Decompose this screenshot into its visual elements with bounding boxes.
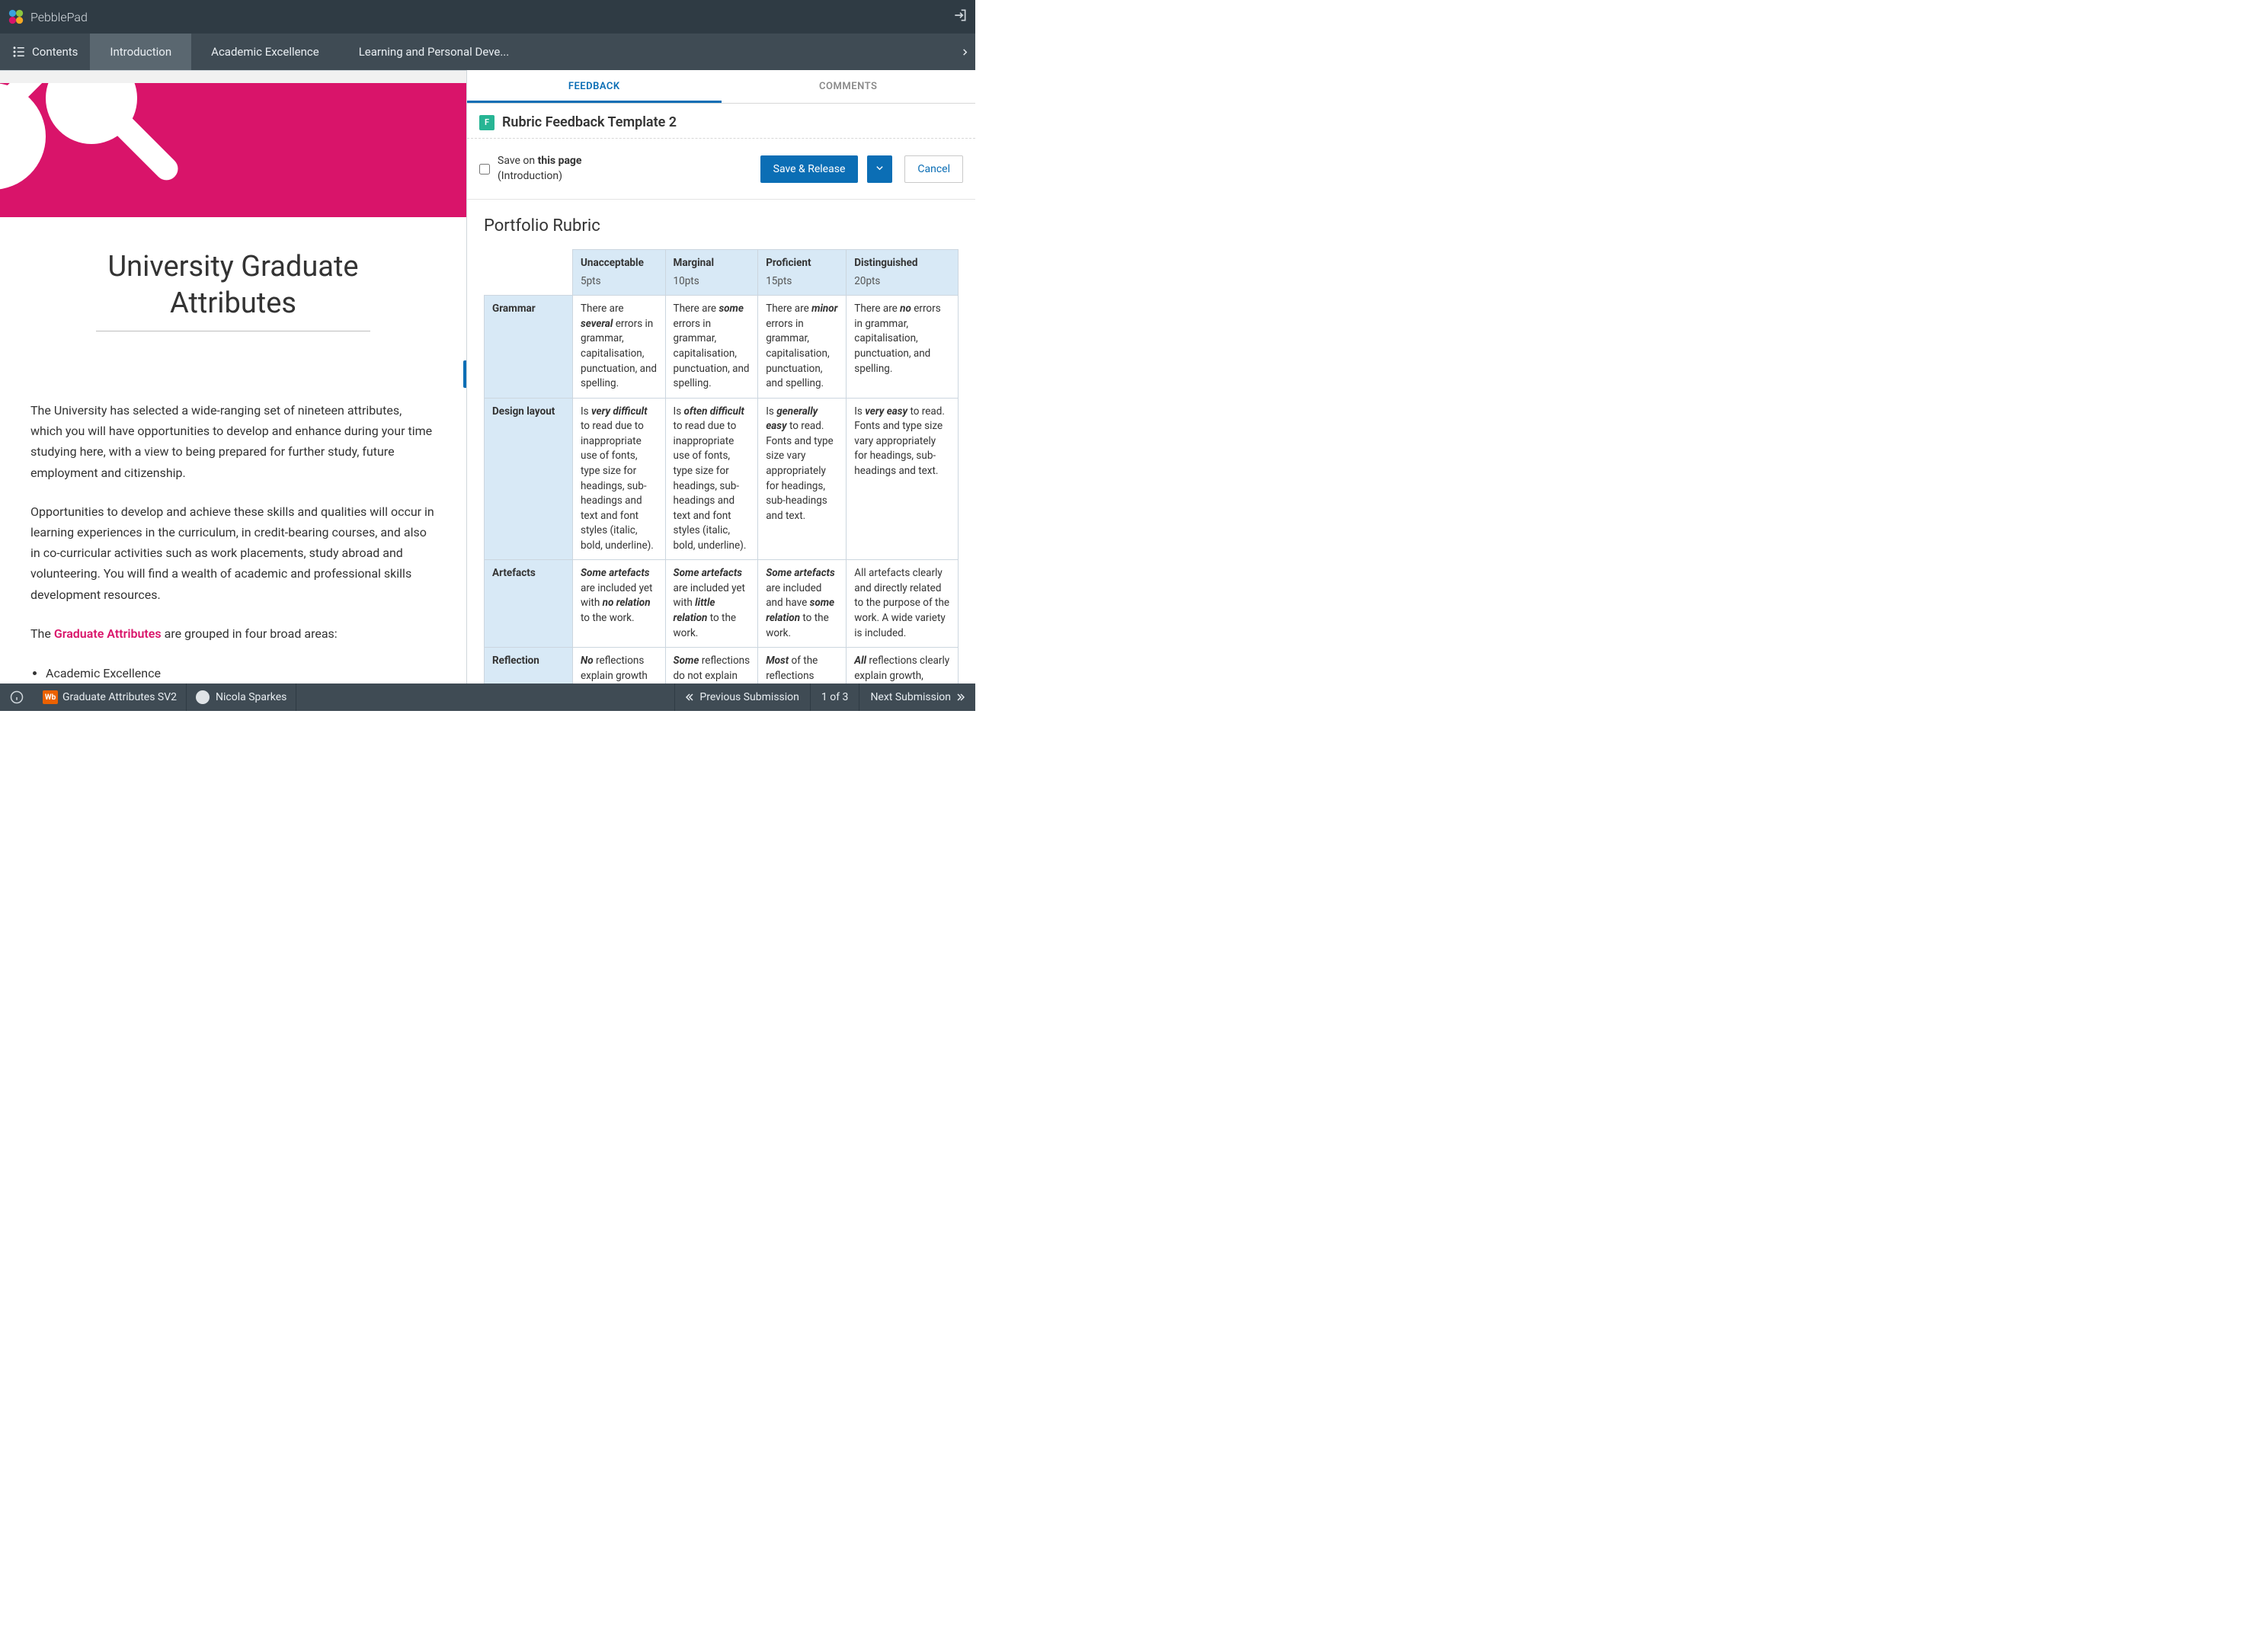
prev-submission-button[interactable]: Previous Submission — [674, 684, 810, 711]
brand-name: PebblePad — [30, 10, 88, 24]
col-header: Marginal10pts — [665, 250, 758, 296]
pebblepad-logo-icon — [8, 8, 24, 25]
rubric-cell[interactable]: Most of the reflections explain growth a… — [758, 648, 847, 684]
attribute-areas-list: Academic Excellence Critical Thinking & … — [46, 662, 436, 684]
feedback-badge: F — [479, 115, 494, 130]
rubric-cell[interactable]: Some reflections do not explain growth o… — [665, 648, 758, 684]
intro-para-1: The University has selected a wide-rangi… — [30, 400, 436, 483]
rubric-cell[interactable]: There are several errors in grammar, cap… — [573, 296, 666, 398]
save-release-button[interactable]: Save & Release — [760, 155, 859, 183]
rubric-cell[interactable]: There are no errors in grammar, capitali… — [847, 296, 959, 398]
list-item: Academic Excellence — [46, 662, 436, 684]
row-header: Design layout — [485, 398, 573, 560]
avatar — [196, 690, 210, 704]
save-on-page-label: Save on this page (Introduction) — [498, 154, 753, 184]
col-header: Proficient15pts — [758, 250, 847, 296]
intro-para-2: Opportunities to develop and achieve the… — [30, 501, 436, 605]
user-chip[interactable]: Nicola Sparkes — [187, 684, 296, 711]
col-header: Unacceptable5pts — [573, 250, 666, 296]
rubric-table: Unacceptable5pts Marginal10pts Proficien… — [484, 249, 959, 684]
feedback-header: F Rubric Feedback Template 2 — [467, 104, 975, 139]
tab-academic-excellence[interactable]: Academic Excellence — [191, 34, 339, 70]
workspace-chip[interactable]: Wb Graduate Attributes SV2 — [34, 684, 187, 711]
tab-learning-personal-dev[interactable]: Learning and Personal Deve... — [339, 34, 529, 70]
rubric-cell[interactable]: Some artefacts are included yet with lit… — [665, 560, 758, 648]
next-submission-button[interactable]: Next Submission — [859, 684, 975, 711]
rubric-cell[interactable]: Is very difficult to read due to inappro… — [573, 398, 666, 560]
graduate-attributes-link[interactable]: Graduate Attributes — [54, 626, 162, 641]
pane-resize-handle[interactable] — [463, 360, 466, 388]
workspace-name: Graduate Attributes SV2 — [62, 691, 177, 703]
rubric-cell[interactable]: Some artefacts are included yet with no … — [573, 560, 666, 648]
tab-comments[interactable]: COMMENTS — [722, 70, 976, 103]
user-name: Nicola Sparkes — [216, 691, 286, 703]
rubric-cell[interactable]: Some artefacts are included and have som… — [758, 560, 847, 648]
contents-label: Contents — [32, 45, 78, 59]
save-on-page-checkbox[interactable] — [479, 164, 490, 174]
main: University Graduate Attributes The Unive… — [0, 70, 975, 684]
rubric-cell[interactable]: Is very easy to read. Fonts and type siz… — [847, 398, 959, 560]
feedback-template-title: Rubric Feedback Template 2 — [502, 114, 677, 130]
hero-image — [0, 83, 466, 217]
portfolio-content: University Graduate Attributes The Unive… — [0, 217, 466, 684]
save-release-dropdown[interactable] — [867, 155, 892, 183]
footer: Wb Graduate Attributes SV2 Nicola Sparke… — [0, 684, 975, 711]
col-header: Distinguished20pts — [847, 250, 959, 296]
rubric-cell[interactable]: There are minor errors in grammar, capit… — [758, 296, 847, 398]
tab-scroll-right[interactable] — [954, 34, 975, 70]
rubric-title: Portfolio Rubric — [484, 216, 959, 235]
exit-button[interactable] — [952, 8, 968, 26]
topbar: PebblePad — [0, 0, 975, 34]
row-header: Artefacts — [485, 560, 573, 648]
rubric-container: Portfolio Rubric Unacceptable5pts Margin… — [467, 200, 975, 684]
wb-badge: Wb — [43, 690, 58, 704]
brand[interactable]: PebblePad — [8, 8, 88, 25]
rubric-cell[interactable]: All reflections clearly explain growth, … — [847, 648, 959, 684]
submission-count: 1 of 3 — [810, 684, 859, 711]
intro-para-3: The Graduate Attributes are grouped in f… — [30, 623, 436, 644]
tab-introduction[interactable]: Introduction — [90, 34, 191, 70]
rubric-cell[interactable]: No reflections explain growth or include… — [573, 648, 666, 684]
feedback-pane: FEEDBACK COMMENTS F Rubric Feedback Temp… — [466, 70, 975, 684]
contents-button[interactable]: Contents — [0, 34, 90, 70]
rubric-cell[interactable]: All artefacts clearly and directly relat… — [847, 560, 959, 648]
portfolio-pane: University Graduate Attributes The Unive… — [0, 70, 466, 684]
rubric-cell[interactable]: There are some errors in grammar, capita… — [665, 296, 758, 398]
row-header: Grammar — [485, 296, 573, 398]
cancel-button[interactable]: Cancel — [904, 155, 963, 183]
tab-feedback[interactable]: FEEDBACK — [467, 70, 722, 103]
feedback-pane-tabs: FEEDBACK COMMENTS — [467, 70, 975, 104]
save-row: Save on this page (Introduction) Save & … — [467, 139, 975, 200]
tabs-bar: Contents Introduction Academic Excellenc… — [0, 34, 975, 70]
row-header: Reflection — [485, 648, 573, 684]
rubric-cell[interactable]: Is generally easy to read. Fonts and typ… — [758, 398, 847, 560]
rubric-cell[interactable]: Is often difficult to read due to inappr… — [665, 398, 758, 560]
page-title: University Graduate Attributes — [61, 249, 405, 322]
info-button[interactable] — [0, 684, 34, 711]
